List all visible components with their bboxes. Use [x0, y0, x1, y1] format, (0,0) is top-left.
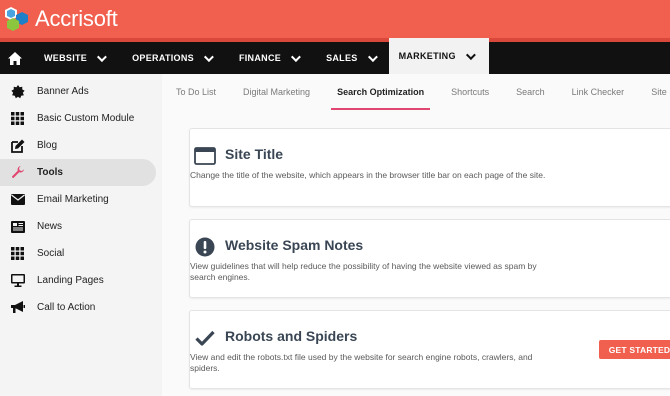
- card-title: Site Title: [225, 146, 284, 162]
- nav-sales-label: SALES: [326, 53, 358, 63]
- tab-to-do-list[interactable]: To Do List: [176, 74, 216, 110]
- grid-icon: [10, 246, 25, 261]
- sidebar-item-basic-custom-module[interactable]: Basic Custom Module: [0, 105, 162, 132]
- sidebar-item-banner-ads[interactable]: Banner Ads: [0, 78, 162, 105]
- card-website-spam-notes[interactable]: Website Spam Notes View guidelines that …: [189, 219, 670, 298]
- megaphone-icon: [10, 300, 25, 315]
- tab-search-optimization[interactable]: Search Optimization: [331, 74, 431, 110]
- nav-operations[interactable]: OPERATIONS: [118, 42, 225, 74]
- sidebar-item-label: Tools: [37, 167, 63, 178]
- exclamation-circle-icon: [194, 236, 216, 258]
- sidebar-item-social[interactable]: Social: [0, 240, 162, 267]
- chevron-down-icon: [465, 49, 476, 60]
- sidebar-item-label: Blog: [37, 140, 58, 151]
- sidebar: Banner Ads Basic Custom Module Blog Tool…: [0, 74, 162, 396]
- sidebar-item-email-marketing[interactable]: Email Marketing: [0, 186, 162, 213]
- nav-sales[interactable]: SALES: [312, 42, 389, 74]
- monitor-icon: [10, 273, 25, 288]
- nav-operations-label: OPERATIONS: [132, 53, 194, 63]
- edit-icon: [10, 138, 25, 153]
- brand-bar: Accrisoft: [0, 0, 670, 38]
- sidebar-item-label: Social: [37, 248, 65, 259]
- nav-finance-label: FINANCE: [238, 53, 282, 63]
- badge-icon: [10, 84, 25, 99]
- wrench-icon: [10, 165, 25, 180]
- sidebar-item-label: News: [37, 221, 63, 232]
- sidebar-item-news[interactable]: News: [0, 213, 162, 240]
- card-title: Robots and Spiders: [225, 328, 358, 344]
- tab-site-map[interactable]: Site Ma: [651, 74, 670, 110]
- envelope-icon: [10, 192, 25, 207]
- sidebar-item-label: Call to Action: [37, 302, 96, 313]
- logo[interactable]: Accrisoft: [2, 4, 118, 34]
- get-started-button[interactable]: GET STARTED: [599, 340, 670, 359]
- sub-tabs: To Do List Digital Marketing Search Opti…: [162, 74, 670, 110]
- chevron-down-icon: [291, 51, 301, 62]
- card-description: View guidelines that will help reduce th…: [190, 261, 537, 282]
- sidebar-item-label: Basic Custom Module: [37, 113, 135, 124]
- chevron-down-icon: [203, 51, 214, 62]
- nav-marketing-label: MARKETING: [398, 51, 456, 61]
- main-nav: WEBSITE OPERATIONS FINANCE SALES MARKETI…: [0, 38, 670, 74]
- card-title: Website Spam Notes: [225, 237, 364, 253]
- nav-finance[interactable]: FINANCE: [225, 42, 312, 74]
- tab-shortcuts[interactable]: Shortcuts: [451, 74, 489, 110]
- browser-window-icon: [194, 145, 216, 167]
- grid-icon: [10, 111, 25, 126]
- card-description: Change the title of the website, which a…: [190, 170, 546, 180]
- sidebar-item-landing-pages[interactable]: Landing Pages: [0, 267, 162, 294]
- brand-name: Accrisoft: [35, 6, 118, 31]
- logo-mark-icon: [2, 5, 32, 33]
- sidebar-item-blog[interactable]: Blog: [0, 132, 162, 159]
- nav-website[interactable]: WEBSITE: [30, 42, 118, 74]
- sidebar-item-call-to-action[interactable]: Call to Action: [0, 294, 162, 321]
- nav-marketing[interactable]: MARKETING: [388, 38, 489, 74]
- sidebar-item-tools[interactable]: Tools: [0, 159, 156, 186]
- home-button[interactable]: [0, 42, 30, 74]
- sidebar-item-label: Landing Pages: [37, 275, 104, 286]
- sidebar-item-label: Email Marketing: [37, 194, 109, 205]
- nav-website-label: WEBSITE: [44, 53, 88, 63]
- tab-digital-marketing[interactable]: Digital Marketing: [243, 74, 310, 110]
- sidebar-item-label: Banner Ads: [37, 86, 89, 97]
- card-description: View and edit the robots.txt file used b…: [190, 352, 533, 373]
- newspaper-icon: [10, 219, 25, 234]
- card-site-title[interactable]: Site Title Change the title of the websi…: [189, 128, 670, 207]
- home-icon: [8, 51, 22, 65]
- chevron-down-icon: [367, 51, 378, 62]
- tab-link-checker[interactable]: Link Checker: [572, 74, 625, 110]
- main-content: To Do List Digital Marketing Search Opti…: [162, 74, 670, 396]
- card-robots-and-spiders[interactable]: Robots and Spiders View and edit the rob…: [189, 310, 670, 389]
- tab-search[interactable]: Search: [516, 74, 545, 110]
- checkmark-icon: [194, 327, 216, 349]
- chevron-down-icon: [97, 51, 107, 62]
